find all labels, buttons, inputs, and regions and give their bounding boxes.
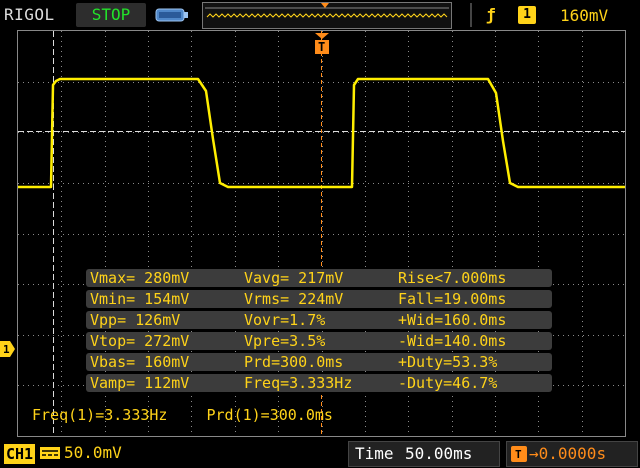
measurement-cell: Vbas= 160mV <box>86 353 240 371</box>
run-stop-status[interactable]: STOP <box>76 3 146 27</box>
measurement-cell: Prd=300.0ms <box>240 353 394 371</box>
measurement-cell: +Wid=160.0ms <box>394 311 552 329</box>
trigger-level: 160mV <box>560 6 609 25</box>
measurement-row: Vtop= 272mV Vpre=3.5% -Wid=140.0ms <box>86 332 552 350</box>
frequency-value: Freq(1)=3.333Hz <box>32 406 168 424</box>
measurement-cell: Vmin= 154mV <box>86 290 240 308</box>
svg-text:T: T <box>318 40 325 54</box>
top-bar: RIGOL STOP ƒ 1 160mV <box>0 0 640 30</box>
svg-text:T: T <box>515 448 522 461</box>
timebase-value: 50.00ms <box>405 444 473 463</box>
trigger-offset-value: →0.0000s <box>529 444 607 463</box>
timebase-label: Time <box>355 444 394 463</box>
channel1-scale[interactable]: 50.0mV <box>64 443 122 462</box>
frequency-readout: Freq(1)=3.333Hz Prd(1)=300.0ms <box>32 406 333 424</box>
bottom-bar: CH1 50.0mV Time 50.00ms T →0.0000s <box>0 438 640 468</box>
measurement-cell: -Wid=140.0ms <box>394 332 552 350</box>
channel1-label[interactable]: CH1 <box>4 444 36 464</box>
measurement-row: Vbas= 160mV Prd=300.0ms +Duty=53.3% <box>86 353 552 371</box>
measurement-cell: Fall=19.00ms <box>394 290 552 308</box>
measurement-cell: Vrms= 224mV <box>240 290 394 308</box>
channel1-ground-marker[interactable]: 1 <box>0 341 15 357</box>
rising-edge-icon: ƒ <box>486 5 496 24</box>
measurement-row: Vamp= 112mV Freq=3.333Hz -Duty=46.7% <box>86 374 552 392</box>
brand-logo: RIGOL <box>4 5 55 24</box>
trigger-panel[interactable]: ƒ 1 160mV <box>470 3 638 27</box>
measurement-cell: Vpre=3.5% <box>240 332 394 350</box>
measurement-row: Vmin= 154mV Vrms= 224mV Fall=19.00ms <box>86 290 552 308</box>
measurement-cell: Vamp= 112mV <box>86 374 240 392</box>
timebase-panel[interactable]: Time 50.00ms <box>348 441 500 467</box>
measurement-cell: Vmax= 280mV <box>86 269 240 287</box>
measurement-row: Vmax= 280mV Vavg= 217mV Rise<7.000ms <box>86 269 552 287</box>
measurement-cell: +Duty=53.3% <box>394 353 552 371</box>
svg-text:1: 1 <box>3 343 10 356</box>
memory-depth-strip <box>202 2 452 29</box>
trigger-offset-icon: T <box>511 446 527 462</box>
measurement-row: Vpp= 126mV Vovr=1.7% +Wid=160.0ms <box>86 311 552 329</box>
dc-coupling-icon <box>40 447 60 459</box>
measurement-cell: Vovr=1.7% <box>240 311 394 329</box>
measurement-table: Vmax= 280mV Vavg= 217mV Rise<7.000ms Vmin= … <box>86 266 552 395</box>
trigger-offset-panel[interactable]: T →0.0000s <box>506 441 638 467</box>
period-value: Prd(1)=300.0ms <box>206 406 333 424</box>
trigger-source-badge: 1 <box>518 6 536 24</box>
memory-waveform-icon <box>205 3 449 18</box>
measurement-cell: Rise<7.000ms <box>394 269 552 287</box>
memory-icon <box>155 8 188 22</box>
measurement-cell: Vpp= 126mV <box>86 311 240 329</box>
measurement-cell: Vtop= 272mV <box>86 332 240 350</box>
trigger-position-marker[interactable]: T <box>315 33 329 55</box>
measurement-cell: -Duty=46.7% <box>394 374 552 392</box>
measurement-cell: Vavg= 217mV <box>240 269 394 287</box>
measurement-cell: Freq=3.333Hz <box>240 374 394 392</box>
